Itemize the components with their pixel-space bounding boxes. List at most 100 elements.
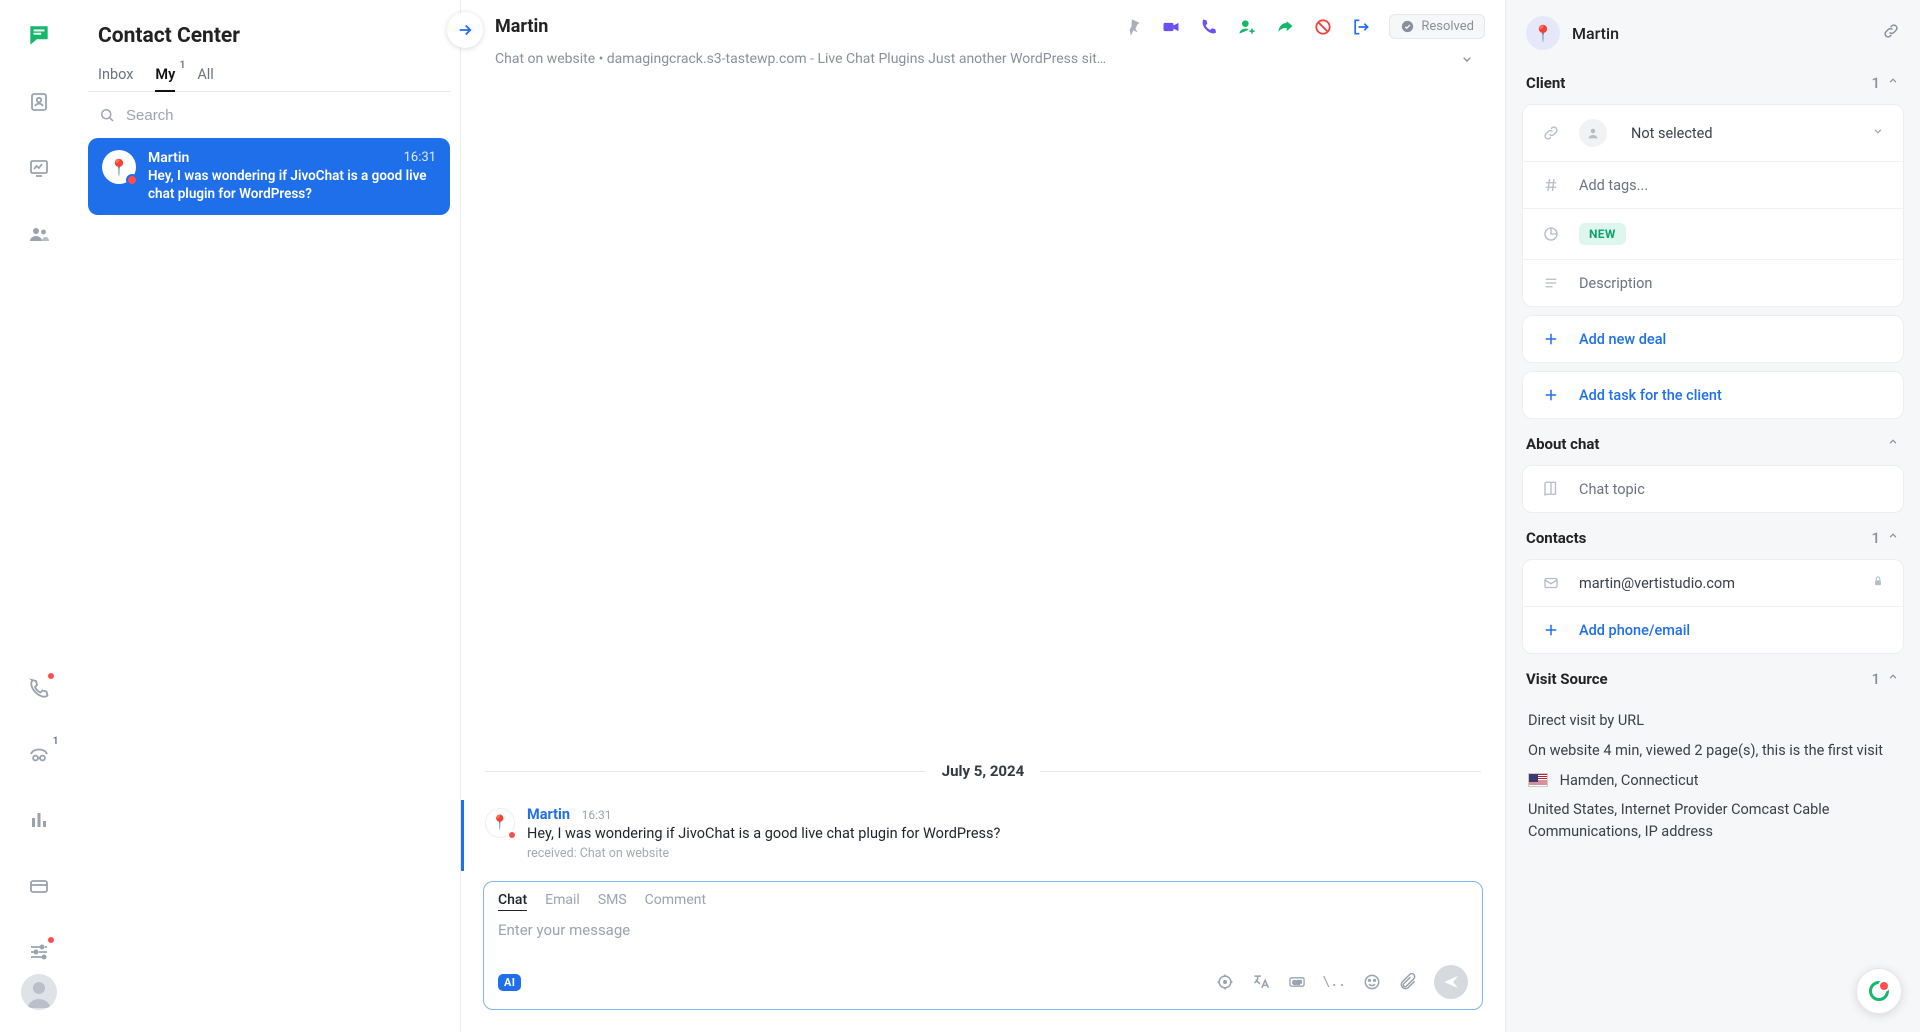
rail-billing-icon[interactable]: [17, 864, 61, 908]
message-meta: received: Chat on website: [527, 846, 1000, 861]
chat-header: Martin Resolved: [461, 0, 1505, 47]
tags-row[interactable]: Add tags...: [1523, 161, 1903, 208]
ai-button[interactable]: AI: [498, 974, 521, 991]
tab-my[interactable]: My 1: [155, 66, 175, 91]
section-count: 1: [1871, 74, 1880, 92]
section-visit-title[interactable]: Visit Source 1: [1506, 658, 1920, 696]
conversation-card[interactable]: 📍 Martin 16:31 Hey, I was wondering if J…: [88, 138, 450, 215]
contact-email: martin@vertistudio.com: [1579, 575, 1853, 592]
conversation-name: Martin: [148, 150, 189, 166]
location-pin-icon: 📍: [109, 158, 129, 177]
block-icon[interactable]: [1313, 17, 1333, 37]
add-contact-label: Add phone/email: [1579, 622, 1885, 639]
assignee-row[interactable]: Not selected: [1523, 105, 1903, 161]
rail-badge: 1: [53, 736, 59, 747]
rail-settings-icon[interactable]: [17, 930, 61, 974]
plus-icon: [1541, 621, 1561, 639]
description-row[interactable]: Description: [1523, 259, 1903, 306]
rail-contacts-icon[interactable]: [17, 80, 61, 124]
client-avatar: 📍: [1526, 16, 1560, 50]
status-dot-icon: [47, 672, 55, 680]
pin-icon[interactable]: [1123, 17, 1143, 37]
tab-all[interactable]: All: [197, 66, 214, 91]
forward-icon[interactable]: [1275, 17, 1295, 37]
chat-body: July 5, 2024 📍 Martin 16:31 Hey, I was w…: [461, 79, 1505, 871]
video-call-icon[interactable]: [1161, 17, 1181, 37]
add-task-button[interactable]: Add task for the client: [1523, 372, 1903, 418]
contacts-card: martin@vertistudio.com Add phone/email: [1522, 559, 1904, 654]
leave-icon[interactable]: [1351, 17, 1371, 37]
chevron-up-icon[interactable]: [1886, 74, 1900, 92]
app-logo-icon[interactable]: [17, 14, 61, 58]
composer-tab-email[interactable]: Email: [545, 892, 580, 911]
rail-team-icon[interactable]: [17, 212, 61, 256]
visit-location-row: Hamden, Connecticut: [1528, 770, 1898, 792]
section-client-title[interactable]: Client 1: [1506, 62, 1920, 100]
status-row[interactable]: NEW: [1523, 208, 1903, 259]
rail-reports-icon[interactable]: [17, 798, 61, 842]
client-card: Not selected Add tags... NEW Description: [1522, 104, 1904, 307]
add-contact-button[interactable]: Add phone/email: [1523, 606, 1903, 653]
flag-us-icon: [1528, 773, 1548, 787]
user-avatar[interactable]: [21, 974, 57, 1010]
composer-tools: AI GIF \..: [498, 965, 1468, 999]
chat-actions: Resolved: [1123, 14, 1485, 39]
location-pin-icon: 📍: [491, 815, 508, 831]
rail-incognito-icon[interactable]: 1: [17, 732, 61, 776]
assignee-value: Not selected: [1631, 125, 1853, 142]
composer-tab-sms[interactable]: SMS: [598, 892, 627, 911]
chat-subheader-text: Chat on website • damagingcrack.s3-taste…: [495, 51, 1453, 67]
section-count: 1: [1871, 670, 1880, 688]
pie-icon: [1541, 225, 1561, 243]
add-user-icon[interactable]: [1237, 17, 1257, 37]
status-chip: NEW: [1579, 223, 1626, 245]
copy-link-icon[interactable]: [1882, 22, 1900, 44]
chat-widget-button[interactable]: [1856, 968, 1902, 1014]
tab-inbox[interactable]: Inbox: [98, 66, 133, 91]
gif-icon[interactable]: GIF: [1287, 972, 1307, 992]
chevron-up-icon[interactable]: [1886, 435, 1900, 453]
emoji-icon[interactable]: [1362, 972, 1382, 992]
plus-icon: [1541, 386, 1561, 404]
search-row: [78, 100, 460, 134]
tab-my-label: My: [155, 66, 175, 83]
collapse-arrow-button[interactable]: [447, 12, 483, 48]
composer-tab-comment[interactable]: Comment: [645, 892, 706, 911]
chevron-up-icon[interactable]: [1886, 529, 1900, 547]
slash-command-icon[interactable]: \..: [1323, 975, 1346, 990]
contact-email-row[interactable]: martin@vertistudio.com: [1523, 560, 1903, 606]
conversation-list-panel: Contact Center Inbox My 1 All 📍 Martin 1…: [78, 0, 460, 1032]
about-card: Chat topic: [1522, 465, 1904, 513]
section-label: Contacts: [1526, 529, 1871, 547]
composer-tab-chat[interactable]: Chat: [498, 892, 527, 911]
chat-topic-row[interactable]: Chat topic: [1523, 466, 1903, 512]
add-deal-button[interactable]: Add new deal: [1523, 316, 1903, 362]
rail-dashboard-icon[interactable]: [17, 146, 61, 190]
tab-my-badge: 1: [180, 60, 186, 71]
message-input[interactable]: [498, 921, 1468, 959]
section-contacts-title[interactable]: Contacts 1: [1506, 517, 1920, 555]
search-input[interactable]: [126, 107, 440, 124]
resolved-label: Resolved: [1421, 19, 1474, 34]
attachment-icon[interactable]: [1398, 972, 1418, 992]
target-icon[interactable]: [1215, 972, 1235, 992]
rail-calls-icon[interactable]: [17, 666, 61, 710]
message-avatar: 📍: [485, 808, 515, 838]
audio-call-icon[interactable]: [1199, 17, 1219, 37]
conversation-avatar: 📍: [102, 150, 136, 184]
visit-line1: Direct visit by URL: [1528, 710, 1898, 732]
chevron-down-icon[interactable]: [1459, 51, 1475, 67]
send-button[interactable]: [1434, 965, 1468, 999]
translate-icon[interactable]: [1251, 972, 1271, 992]
search-icon: [98, 106, 116, 124]
resolved-button[interactable]: Resolved: [1389, 14, 1485, 39]
section-about-title[interactable]: About chat: [1506, 423, 1920, 461]
link-icon: [1541, 124, 1561, 142]
section-label: About chat: [1526, 435, 1886, 453]
visit-details: United States, Internet Provider Comcast…: [1528, 799, 1898, 843]
chat-title: Martin: [495, 16, 1109, 37]
chat-subheader[interactable]: Chat on website • damagingcrack.s3-taste…: [461, 47, 1505, 79]
add-task-card: Add task for the client: [1522, 371, 1904, 419]
chevron-up-icon[interactable]: [1886, 670, 1900, 688]
divider: [485, 771, 926, 772]
